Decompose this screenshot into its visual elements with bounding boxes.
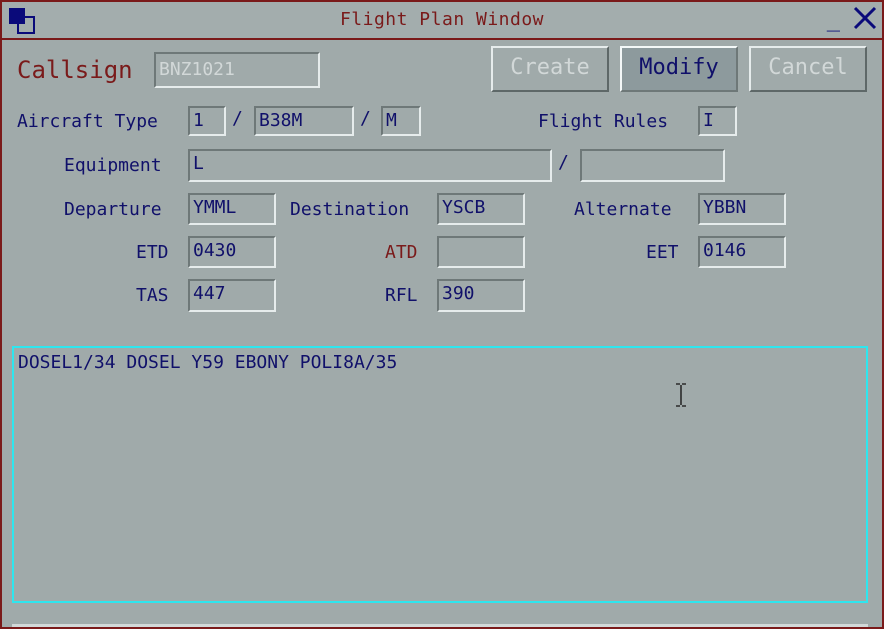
separator-slash: /: [232, 108, 243, 129]
atd-label: ATD: [385, 242, 418, 263]
equipment-label: Equipment: [64, 155, 162, 176]
text-cursor-icon: [676, 383, 686, 407]
rfl-label: RFL: [385, 285, 418, 306]
eet-label: EET: [646, 242, 679, 263]
departure-label: Departure: [64, 199, 162, 220]
cancel-button[interactable]: Cancel: [749, 46, 867, 92]
wake-category-field[interactable]: M: [381, 106, 421, 136]
modify-button[interactable]: Modify: [620, 46, 738, 92]
bottom-divider: [12, 624, 868, 627]
callsign-label: Callsign: [17, 56, 133, 84]
equipment-surveillance-field[interactable]: [580, 149, 725, 182]
flight-rules-field[interactable]: I: [698, 106, 737, 136]
close-icon[interactable]: [852, 5, 878, 31]
equipment-field[interactable]: L: [188, 149, 552, 182]
alternate-field[interactable]: YBBN: [698, 193, 786, 225]
rfl-field[interactable]: 390: [437, 279, 525, 312]
create-button[interactable]: Create: [491, 46, 609, 92]
separator-slash: /: [558, 152, 569, 173]
separator-slash: /: [360, 108, 371, 129]
etd-label: ETD: [136, 242, 169, 263]
alternate-label: Alternate: [574, 199, 672, 220]
route-text: DOSEL1/34 DOSEL Y59 EBONY POLI8A/35: [18, 352, 398, 373]
minimize-icon[interactable]: _: [827, 6, 840, 34]
route-textarea[interactable]: DOSEL1/34 DOSEL Y59 EBONY POLI8A/35: [12, 346, 868, 603]
atd-field[interactable]: [437, 236, 525, 268]
aircraft-type-field[interactable]: B38M: [254, 106, 354, 136]
aircraft-type-label: Aircraft Type: [17, 111, 158, 132]
destination-field[interactable]: YSCB: [437, 193, 525, 225]
callsign-field[interactable]: BNZ1021: [154, 52, 320, 88]
tas-label: TAS: [136, 285, 169, 306]
flight-rules-label: Flight Rules: [538, 111, 669, 132]
tas-field[interactable]: 447: [188, 279, 276, 312]
window-title: Flight Plan Window: [339, 9, 545, 30]
aircraft-count-field[interactable]: 1: [188, 106, 226, 136]
etd-field[interactable]: 0430: [188, 236, 276, 268]
departure-field[interactable]: YMML: [188, 193, 276, 225]
eet-field[interactable]: 0146: [698, 236, 786, 268]
title-bar[interactable]: Flight Plan Window _: [2, 2, 882, 40]
destination-label: Destination: [290, 199, 410, 220]
